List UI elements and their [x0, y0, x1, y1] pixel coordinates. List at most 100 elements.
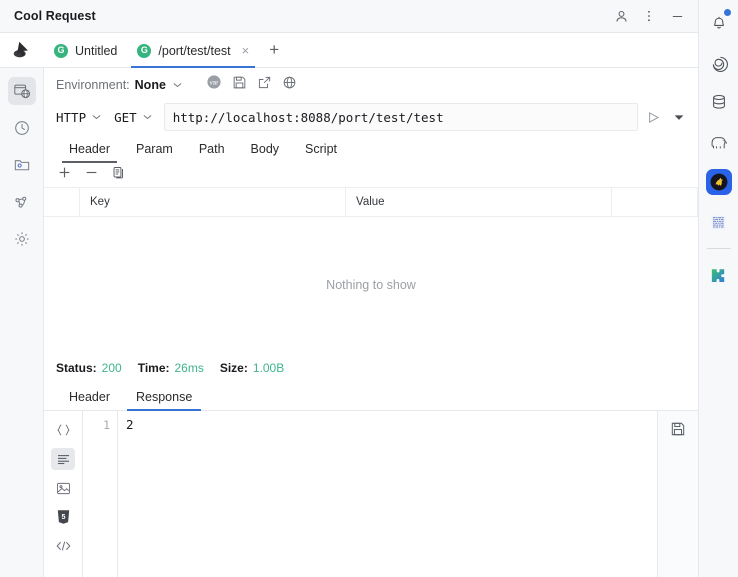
- protocol-selector[interactable]: HTTP: [56, 110, 101, 125]
- request-table-area: Key Value Nothing to show: [44, 187, 698, 353]
- globe-icon[interactable]: [282, 75, 297, 95]
- svg-text:5: 5: [61, 513, 65, 521]
- environment-actions: var: [206, 74, 297, 95]
- var-circle-icon[interactable]: var: [206, 74, 222, 95]
- close-icon[interactable]: ×: [242, 43, 250, 58]
- response-status-row: Status: 200 Time: 26ms Size: 1.00B: [44, 353, 698, 383]
- url-value: http://localhost:8088/port/test/test: [172, 109, 444, 125]
- method-value: GET: [114, 109, 137, 125]
- account-icon[interactable]: [608, 3, 634, 29]
- request-table-toolbar: [44, 163, 698, 187]
- environment-bar: Environment: None var: [44, 68, 698, 101]
- tab-path[interactable]: Path: [186, 142, 238, 163]
- tab-label: /port/test/test: [158, 43, 231, 58]
- line-number: 1: [103, 418, 110, 432]
- environment-label: Environment:: [56, 77, 130, 92]
- title-bar: Cool Request: [0, 0, 698, 33]
- table-gutter-column: [44, 188, 80, 216]
- svg-text:var: var: [210, 80, 219, 87]
- right-sidebar-rail: [698, 0, 738, 577]
- tab-param[interactable]: Param: [123, 142, 186, 163]
- add-row-button[interactable]: [58, 166, 71, 184]
- url-input[interactable]: http://localhost:8088/port/test/test: [163, 103, 638, 131]
- tab-body[interactable]: Body: [238, 142, 293, 163]
- editor-line-numbers: 1: [82, 411, 118, 577]
- app-logo: [0, 33, 44, 67]
- mammoth-tool-icon[interactable]: [705, 128, 733, 156]
- response-viewer-rail: 5: [44, 411, 82, 577]
- table-header-row: Key Value: [44, 188, 698, 216]
- tab-script[interactable]: Script: [292, 142, 350, 163]
- status-label: Status:: [56, 361, 97, 375]
- table-column-key: Key: [80, 188, 346, 216]
- minimize-icon[interactable]: [664, 3, 690, 29]
- rail-divider: [706, 248, 731, 249]
- table-column-value: Value: [346, 188, 612, 216]
- tab-header[interactable]: Header: [56, 142, 123, 163]
- environment-value[interactable]: None: [135, 78, 166, 92]
- code-line: 2: [126, 417, 134, 432]
- floppy-icon[interactable]: [232, 75, 247, 95]
- size-label: Size:: [219, 361, 248, 375]
- raw-view-icon[interactable]: [51, 535, 75, 557]
- tab-label: Untitled: [75, 43, 118, 58]
- external-link-icon[interactable]: [257, 75, 272, 95]
- method-selector[interactable]: GET: [114, 110, 152, 125]
- spiral-tool-icon[interactable]: [705, 48, 733, 76]
- app-title: Cool Request: [14, 9, 96, 23]
- database-tool-icon[interactable]: [705, 88, 733, 116]
- chevron-down-icon[interactable]: [173, 80, 182, 90]
- response-actions: [658, 411, 698, 577]
- empty-state-message: Nothing to show: [326, 278, 416, 292]
- tab-strip: G Untitled G /port/test/test × +: [0, 33, 698, 68]
- tab-response-body[interactable]: Response: [123, 390, 205, 411]
- request-kv-table: Key Value: [44, 187, 698, 217]
- more-options-icon[interactable]: [636, 3, 662, 29]
- send-options-caret[interactable]: [668, 114, 690, 121]
- remove-row-button[interactable]: [85, 166, 98, 184]
- url-bar: HTTP GET http://localhost:8088/port/test…: [44, 101, 698, 133]
- time-value: 26ms: [174, 361, 204, 375]
- size-value: 1.00B: [252, 361, 285, 375]
- text-view-icon[interactable]: [51, 448, 75, 470]
- request-tabs: Header Param Path Body Script: [44, 133, 698, 163]
- size-badge: Size: 1.00B: [220, 361, 284, 375]
- chevron-down-icon: [143, 115, 152, 120]
- time-badge: Time: 26ms: [138, 361, 204, 375]
- tab-type-badge: G: [54, 43, 68, 58]
- table-column-extra: [612, 188, 698, 216]
- request-content: Environment: None var HTTP GET http://lo…: [44, 68, 698, 577]
- status-badge: Status: 200: [56, 361, 122, 375]
- chevron-down-icon: [92, 115, 101, 120]
- plugin-tool-icon[interactable]: [705, 261, 733, 289]
- sidebar-item-collection[interactable]: [8, 151, 36, 179]
- response-editor: 5 1 2: [44, 411, 698, 577]
- send-request-button[interactable]: [638, 109, 668, 126]
- sidebar-item-history[interactable]: [8, 114, 36, 142]
- copy-rows-button[interactable]: [112, 166, 125, 184]
- status-value: 200: [101, 361, 122, 375]
- sidebar-item-settings[interactable]: [8, 225, 36, 253]
- time-label: Time:: [137, 361, 170, 375]
- protocol-value: HTTP: [56, 109, 87, 125]
- main-column: Cool Request G Untitled G /port/test/tes…: [0, 0, 698, 577]
- cool-request-tool-active-badge: [705, 169, 732, 195]
- new-tab-icon[interactable]: +: [259, 33, 289, 67]
- floppy-icon[interactable]: [670, 421, 686, 577]
- html5-view-icon[interactable]: 5: [51, 506, 75, 528]
- tab-response-header[interactable]: Header: [56, 390, 123, 410]
- request-tab-port-test-test[interactable]: G /port/test/test ×: [127, 33, 259, 68]
- qr-tool-icon[interactable]: [705, 208, 733, 236]
- cool-request-tool-icon[interactable]: [705, 168, 733, 196]
- notifications-icon[interactable]: [705, 8, 733, 36]
- json-view-icon[interactable]: [51, 419, 75, 441]
- image-view-icon[interactable]: [51, 477, 75, 499]
- response-tabs: Header Response: [44, 383, 698, 411]
- request-tab-untitled[interactable]: G Untitled: [44, 33, 127, 68]
- body-row: Environment: None var HTTP GET http://lo…: [0, 68, 698, 577]
- notification-badge: [723, 9, 731, 16]
- response-body-content[interactable]: 2: [118, 411, 658, 577]
- sidebar-item-web[interactable]: [7, 77, 36, 105]
- app-window: Cool Request G Untitled G /port/test/tes…: [0, 0, 738, 577]
- sidebar-item-share[interactable]: [8, 188, 36, 216]
